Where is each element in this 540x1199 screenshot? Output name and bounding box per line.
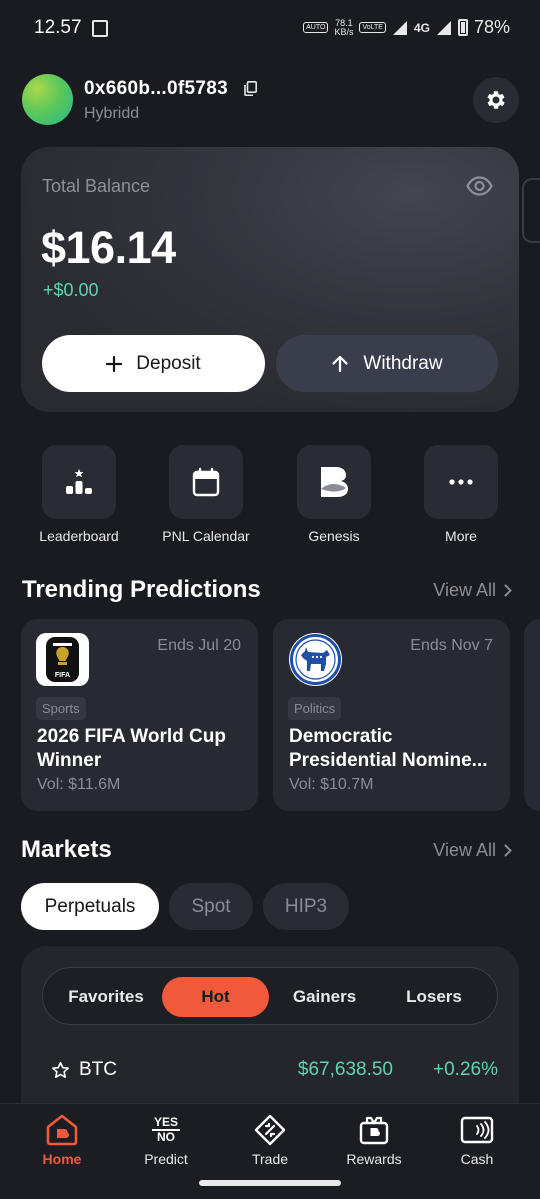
prediction-tag: Sports xyxy=(36,697,86,720)
nav-label: Rewards xyxy=(346,1151,402,1167)
home-indicator[interactable] xyxy=(199,1180,341,1186)
wallet-address: 0x660b...0f5783 xyxy=(84,78,228,99)
network-speed: 78.1 KB/s xyxy=(334,17,354,37)
gift-icon xyxy=(359,1116,389,1145)
markets-view-all[interactable]: View All xyxy=(433,840,512,861)
tab-hip3[interactable]: HIP3 xyxy=(263,883,349,930)
screenshot-notification-icon xyxy=(92,20,108,37)
nav-rewards[interactable]: Rewards xyxy=(320,1113,428,1167)
prediction-tag: Politics xyxy=(288,697,342,720)
filter-hot[interactable]: Hot xyxy=(162,977,269,1017)
tab-spot[interactable]: Spot xyxy=(169,883,253,930)
star-icon[interactable] xyxy=(51,1061,70,1080)
yes-no-icon: YES NO xyxy=(151,1115,180,1144)
chevron-right-icon xyxy=(504,584,512,597)
coin-symbol[interactable]: BTC xyxy=(79,1059,117,1081)
arrow-up-icon xyxy=(332,355,349,372)
nav-cash[interactable]: Cash xyxy=(423,1113,531,1167)
signal-icon xyxy=(392,20,407,35)
fifa-logo-icon: FIFA xyxy=(36,633,89,686)
podium-icon xyxy=(66,469,92,494)
trade-icon xyxy=(254,1114,286,1146)
quick-action-leaderboard[interactable]: Leaderboard xyxy=(15,445,143,544)
quick-action-genesis[interactable]: Genesis xyxy=(270,445,398,544)
copy-icon[interactable] xyxy=(244,81,257,96)
prediction-volume: Vol: $10.7M xyxy=(289,776,374,793)
quick-action-label: PNL Calendar xyxy=(162,528,250,544)
prediction-card-peek[interactable] xyxy=(524,619,540,811)
withdraw-label: Withdraw xyxy=(363,352,443,374)
status-time: 12.57 xyxy=(34,17,82,38)
volte-label: VoLTE xyxy=(359,22,386,33)
nav-home[interactable]: Home xyxy=(8,1113,116,1167)
plus-icon xyxy=(106,355,123,372)
chevron-right-icon xyxy=(504,844,512,857)
status-indicators: AUTO 78.1 KB/s VoLTE 4G 78% xyxy=(303,17,510,38)
quick-action-pnl-calendar[interactable]: PNL Calendar xyxy=(142,445,270,544)
settings-button[interactable] xyxy=(473,77,519,123)
filter-losers[interactable]: Losers xyxy=(380,977,488,1017)
gear-icon xyxy=(487,91,505,109)
avatar[interactable] xyxy=(22,74,73,125)
quick-action-label: Leaderboard xyxy=(39,528,119,544)
home-icon xyxy=(46,1114,78,1146)
prediction-card[interactable]: Ends Nov 7 Politics Democratic President… xyxy=(273,619,510,811)
prediction-volume: Vol: $11.6M xyxy=(37,776,121,793)
battery-percent: 78% xyxy=(473,17,510,37)
trending-view-all[interactable]: View All xyxy=(433,580,512,601)
quick-action-label: Genesis xyxy=(308,528,360,544)
balance-change: +$0.00 xyxy=(43,280,99,300)
next-card-peek[interactable] xyxy=(522,178,540,243)
markets-title: Markets xyxy=(21,836,112,863)
trending-title: Trending Predictions xyxy=(22,576,261,603)
wallet-name: Hybridd xyxy=(84,105,140,122)
nav-label: Trade xyxy=(251,1151,289,1167)
deposit-label: Deposit xyxy=(136,352,201,374)
nav-predict[interactable]: YES NO Predict xyxy=(112,1113,220,1168)
auto-label: AUTO xyxy=(303,22,329,33)
nav-trade[interactable]: Trade xyxy=(216,1113,324,1167)
total-balance-value: $16.14 xyxy=(41,222,176,273)
democratic-donkey-logo-icon xyxy=(289,633,342,686)
svg-text:FIFA: FIFA xyxy=(55,672,70,679)
network-type: 4G xyxy=(413,20,430,35)
prediction-ends: Ends Jul 20 xyxy=(157,637,241,654)
prediction-title: Democratic Presidential Nomine... xyxy=(289,726,488,771)
coin-change: +0.26% xyxy=(433,1059,498,1080)
total-balance-label: Total Balance xyxy=(42,176,151,196)
deposit-button[interactable]: Deposit xyxy=(42,335,265,392)
signal-icon-2 xyxy=(436,20,451,35)
nav-label: Predict xyxy=(144,1151,188,1167)
prediction-card[interactable]: FIFA Ends Jul 20 Sports 2026 FIFA World … xyxy=(21,619,258,811)
battery-icon xyxy=(457,19,468,36)
prediction-ends: Ends Nov 7 xyxy=(410,637,493,654)
nav-label: Home xyxy=(42,1151,82,1167)
more-dots-icon xyxy=(449,479,473,485)
tab-perpetuals[interactable]: Perpetuals xyxy=(21,883,159,930)
calendar-icon xyxy=(192,467,220,497)
quick-action-more[interactable]: More xyxy=(397,445,525,544)
coin-price: $67,638.50 xyxy=(297,1059,393,1080)
genesis-logo-icon xyxy=(321,467,348,497)
filter-favorites[interactable]: Favorites xyxy=(52,977,160,1017)
nav-label: Cash xyxy=(460,1151,494,1167)
prediction-title: 2026 FIFA World Cup Winner xyxy=(37,726,226,771)
withdraw-button[interactable]: Withdraw xyxy=(276,335,498,392)
filter-gainers[interactable]: Gainers xyxy=(271,977,378,1017)
quick-action-label: More xyxy=(445,528,477,544)
eye-icon[interactable] xyxy=(466,176,493,196)
contactless-card-icon xyxy=(460,1116,494,1144)
